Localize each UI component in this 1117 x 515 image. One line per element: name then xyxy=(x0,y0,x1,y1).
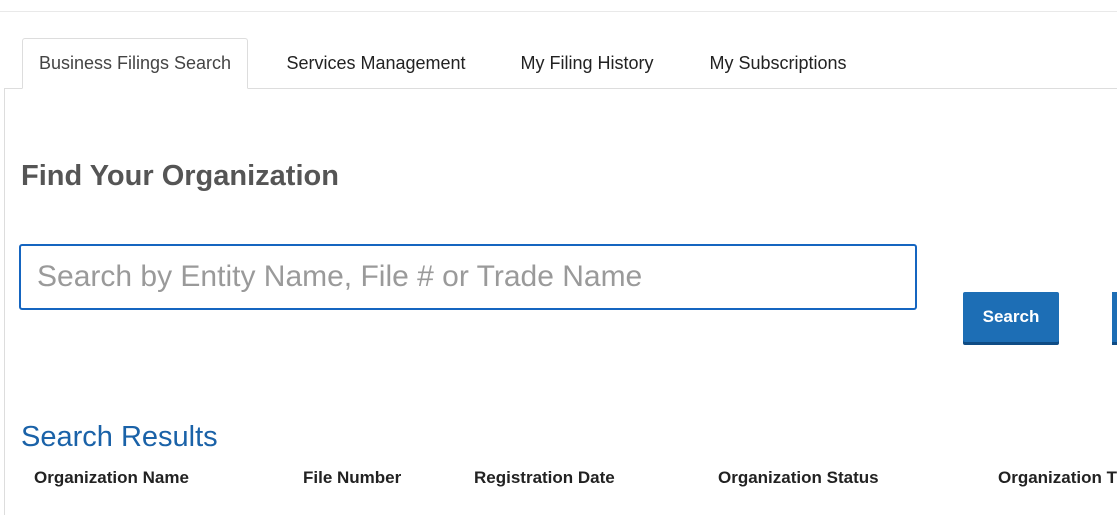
column-header-registration-date[interactable]: Registration Date xyxy=(474,467,615,489)
secondary-button[interactable] xyxy=(1112,292,1117,342)
search-input[interactable] xyxy=(19,244,917,310)
tab-business-filings-search[interactable]: Business Filings Search xyxy=(22,38,248,89)
tab-my-filing-history[interactable]: My Filing History xyxy=(503,38,671,88)
page: Business Filings Search Services Managem… xyxy=(0,0,1117,515)
column-header-file-number[interactable]: File Number xyxy=(303,467,401,489)
tab-my-subscriptions[interactable]: My Subscriptions xyxy=(692,38,864,88)
page-title: Find Your Organization xyxy=(21,160,339,192)
column-header-organization-type[interactable]: Organization T xyxy=(998,467,1117,489)
search-results-title: Search Results xyxy=(21,421,218,453)
search-button[interactable]: Search xyxy=(963,292,1059,342)
column-header-organization-name[interactable]: Organization Name xyxy=(34,467,189,489)
top-divider xyxy=(0,11,1117,12)
content-left-border xyxy=(4,88,5,515)
tab-services-management[interactable]: Services Management xyxy=(270,38,482,88)
column-header-organization-status[interactable]: Organization Status xyxy=(718,467,879,489)
